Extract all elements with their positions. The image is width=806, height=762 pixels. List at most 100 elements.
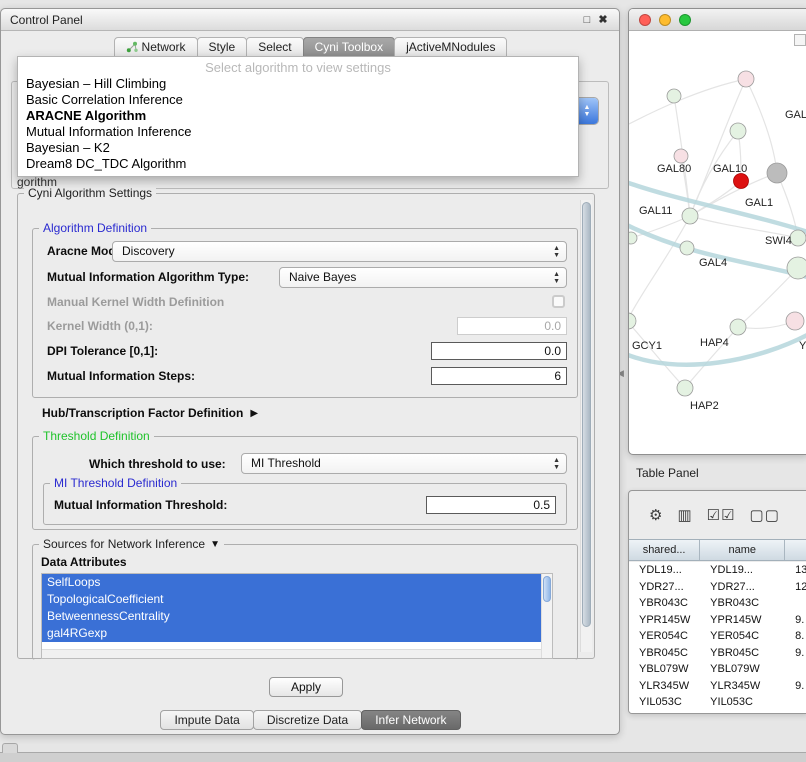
dpi-tolerance-field[interactable]: 0.0 (431, 342, 567, 360)
data-attribute-item[interactable]: gal4RGexp (42, 625, 552, 642)
tab-select[interactable]: Select (246, 37, 303, 57)
data-attributes-list[interactable]: SelfLoopsTopologicalCoefficientBetweenne… (41, 573, 553, 659)
algorithm-option[interactable]: Mutual Information Inference (18, 124, 578, 140)
list-horizontal-scrollbar[interactable] (42, 649, 541, 658)
table-row[interactable]: YPR145WYPR145W9. (629, 612, 806, 629)
table-row[interactable]: YDL19...YDL19...13 (629, 562, 806, 579)
network-node[interactable] (738, 71, 754, 87)
table-cell: 9. (785, 678, 806, 695)
node-label: GAL (785, 109, 806, 121)
combo-arrows-icon (553, 457, 560, 471)
group-title: MI Threshold Definition (50, 476, 181, 490)
network-node[interactable] (786, 312, 804, 330)
collapse-down-icon[interactable]: ▼ (210, 539, 220, 550)
table-row[interactable]: YBR043CYBR043C (629, 595, 806, 612)
network-node[interactable] (790, 230, 806, 246)
column-header[interactable]: shared... (629, 540, 700, 560)
network-node[interactable] (730, 123, 746, 139)
traffic-lights (639, 14, 691, 26)
zoom-light-icon[interactable] (679, 14, 691, 26)
column-header[interactable] (785, 540, 806, 560)
kernel-width-field[interactable]: 0.0 (457, 317, 567, 335)
deselect-all-icon[interactable]: ▢▢ (750, 506, 780, 524)
tab-cyni-toolbox[interactable]: Cyni Toolbox (303, 37, 395, 57)
group-title-text: Sources for Network Inference (43, 537, 205, 551)
close-light-icon[interactable] (639, 14, 651, 26)
table-cell: YPR145W (629, 612, 700, 629)
list-vertical-scrollbar[interactable] (541, 574, 552, 658)
tab-infer-network[interactable]: Infer Network (361, 710, 460, 730)
mi-steps-field[interactable]: 6 (431, 367, 567, 385)
expand-right-icon[interactable]: ▶ (250, 408, 258, 419)
table-row[interactable]: YER054CYER054C8. (629, 628, 806, 645)
float-window-icon[interactable]: □ (580, 14, 594, 26)
mi-threshold-field[interactable]: 0.5 (426, 496, 556, 514)
table-cell: YDL19... (700, 562, 785, 579)
network-node[interactable] (767, 163, 787, 183)
network-edge (631, 216, 690, 238)
table-row[interactable]: YIL053CYIL053C (629, 694, 806, 711)
network-node[interactable] (730, 319, 746, 335)
network-node[interactable] (680, 241, 694, 255)
settings-scrollbar[interactable] (580, 200, 592, 652)
network-node[interactable] (629, 313, 636, 329)
table-row[interactable]: YDR27...YDR27...12 (629, 579, 806, 596)
tab-network[interactable]: Network (114, 37, 198, 57)
apply-button[interactable]: Apply (269, 677, 343, 697)
node-label: GAL4 (699, 257, 727, 269)
columns-icon[interactable]: ▥ (677, 506, 692, 524)
network-node[interactable] (734, 174, 749, 189)
scrollbar-thumb[interactable] (582, 202, 591, 627)
network-node[interactable] (629, 232, 637, 244)
select-all-icon[interactable]: ☑☑ (707, 506, 736, 524)
settings-gear-icon[interactable]: ⚙ (649, 506, 663, 524)
combobox-value: Discovery (122, 244, 175, 258)
network-edge (629, 321, 685, 388)
mi-algorithm-type-combobox[interactable]: Naive Bayes (279, 267, 567, 288)
data-attribute-item[interactable]: SelfLoops (42, 574, 552, 591)
group-title: Sources for Network Inference ▼ (39, 537, 224, 551)
scrollbar-thumb[interactable] (543, 576, 551, 602)
control-panel-titlebar[interactable]: Control Panel □ ✖ (1, 9, 619, 31)
node-label: GAL80 (657, 163, 691, 175)
minimize-light-icon[interactable] (659, 14, 671, 26)
network-tab-icon (126, 41, 138, 53)
network-node[interactable] (682, 208, 698, 224)
tab-impute-data[interactable]: Impute Data (160, 710, 253, 730)
table-cell: YBR045C (629, 645, 700, 662)
tab-discretize-data[interactable]: Discretize Data (253, 710, 362, 730)
network-node[interactable] (787, 257, 806, 279)
table-row[interactable]: YBR045CYBR045C9. (629, 645, 806, 662)
data-attribute-item[interactable]: BetweennessCentrality (42, 608, 552, 625)
algorithm-dropdown-popup: Select algorithm to view settings Bayesi… (17, 56, 579, 177)
aracne-mode-combobox[interactable]: Discovery (112, 241, 567, 262)
table-panel-window: ⚙▥☑☑▢▢ shared...name YDL19...YDL19...13Y… (628, 490, 806, 714)
network-node[interactable] (667, 89, 681, 103)
table-row[interactable]: YBL079WYBL079W (629, 661, 806, 678)
data-attribute-item[interactable]: TopologicalCoefficient (42, 591, 552, 608)
network-node[interactable] (677, 380, 693, 396)
algorithm-option[interactable]: Bayesian – Hill Climbing (18, 76, 578, 92)
algorithm-option[interactable]: Dream8 DC_TDC Algorithm (18, 156, 578, 172)
algorithm-option[interactable]: ARACNE Algorithm (18, 108, 578, 124)
network-canvas[interactable]: GALGAL80GAL10GAL11GAL1SWI4GAL4GCY1HAP4HA… (629, 31, 806, 455)
algorithm-option[interactable]: Basic Correlation Inference (18, 92, 578, 108)
close-icon[interactable]: ✖ (596, 13, 610, 26)
manual-kernel-checkbox[interactable] (552, 295, 565, 308)
tab-jactivemodules[interactable]: jActiveMNodules (394, 37, 507, 57)
hub-definition-label: Hub/Transcription Factor Definition (42, 406, 243, 420)
combobox-stepper-icon[interactable] (576, 98, 598, 124)
column-header[interactable]: name (700, 540, 785, 560)
table-row[interactable]: YLR345WYLR345W9. (629, 678, 806, 695)
group-title: Algorithm Definition (39, 221, 151, 235)
network-node[interactable] (674, 149, 688, 163)
which-threshold-label: Which threshold to use: (89, 457, 226, 471)
network-window-titlebar[interactable] (629, 9, 806, 31)
which-threshold-combobox[interactable]: MI Threshold (241, 453, 567, 474)
combo-arrows-icon (553, 271, 560, 285)
group-title: Cyni Algorithm Settings (24, 186, 156, 200)
tab-style[interactable]: Style (197, 37, 248, 57)
table-cell (785, 694, 806, 711)
algorithm-option[interactable]: Bayesian – K2 (18, 140, 578, 156)
hub-definition-expander[interactable]: Hub/Transcription Factor Definition ▶ (42, 406, 258, 420)
